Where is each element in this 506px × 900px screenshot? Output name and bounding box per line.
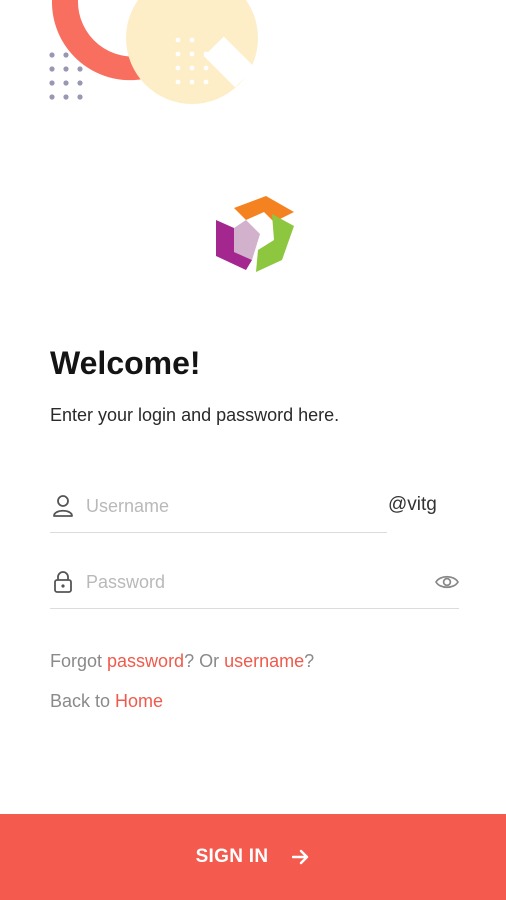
header-decoration — [49, 0, 258, 104]
username-input[interactable] — [86, 490, 376, 522]
page-title: Welcome! — [50, 345, 201, 381]
lock-icon — [54, 571, 72, 593]
back-prefix: Back to — [50, 691, 116, 711]
eye-icon[interactable] — [435, 572, 459, 592]
forgot-suffix: ? — [304, 651, 315, 671]
app-logo — [216, 196, 294, 272]
password-input[interactable] — [86, 566, 416, 598]
page-subtitle: Enter your login and password here. — [50, 405, 340, 425]
forgot-username-link[interactable]: username — [224, 651, 304, 671]
forgot-password-link[interactable]: password — [107, 651, 184, 671]
forgot-middle: ? Or — [184, 651, 225, 671]
domain-suffix: @vitg — [388, 494, 437, 515]
forgot-prefix: Forgot — [50, 651, 108, 671]
sign-in-button[interactable]: SIGN IN — [0, 814, 506, 900]
home-link[interactable]: Home — [115, 691, 163, 711]
forgot-credentials-text: Forgot password? Or username? — [50, 651, 314, 672]
username-field[interactable] — [50, 482, 387, 533]
user-icon — [53, 495, 73, 517]
password-field[interactable] — [50, 558, 459, 609]
arrow-right-icon — [292, 849, 309, 865]
back-to-home-text: Back to Home — [50, 691, 163, 712]
sign-in-label: SIGN IN — [195, 846, 269, 867]
